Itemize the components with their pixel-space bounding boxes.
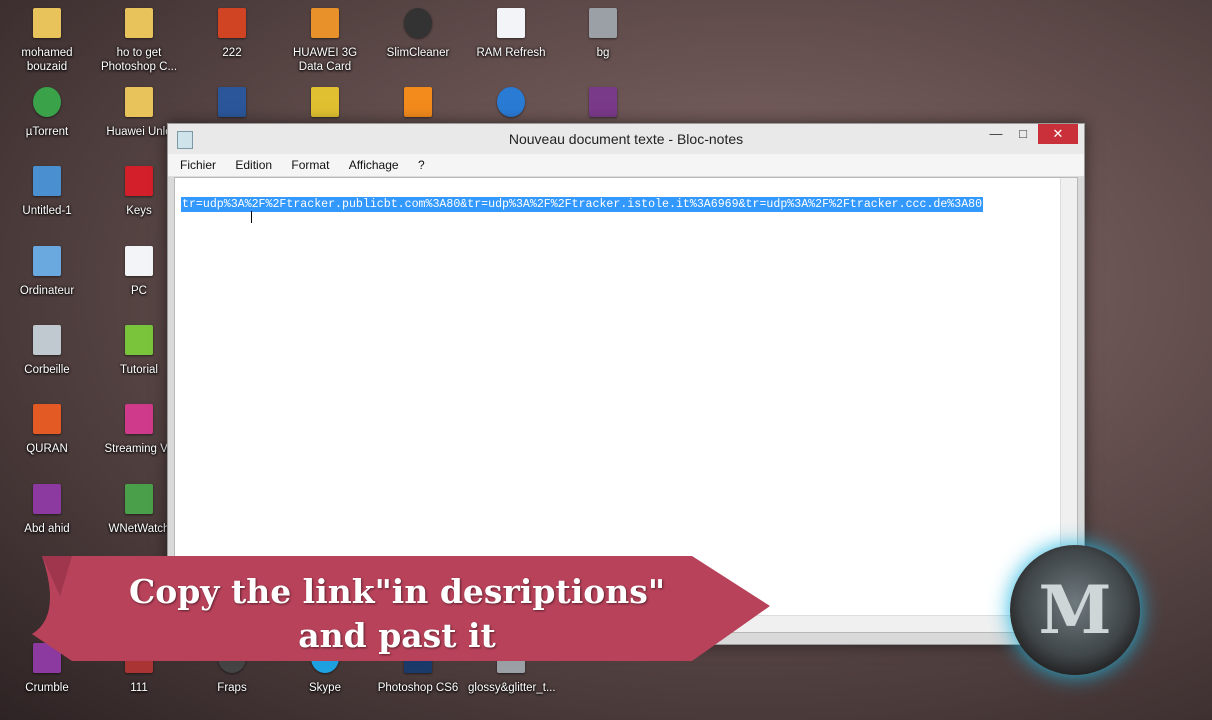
desktop-icon[interactable]: 222 xyxy=(189,8,275,60)
winrar-icon xyxy=(586,87,620,119)
desktop-icon[interactable]: Corbeille xyxy=(4,325,90,377)
desktop-icon-label: 111 xyxy=(130,682,148,694)
desktop-icon-label: RAM Refresh xyxy=(476,47,546,59)
orange-folder-icon xyxy=(30,404,64,436)
desktop-icon-label: 222 xyxy=(222,47,242,59)
desktop-icon[interactable] xyxy=(468,87,554,125)
banner-line-2: and past it xyxy=(298,616,496,655)
desktop-icon[interactable]: bg xyxy=(560,8,646,60)
maximize-button[interactable]: □ xyxy=(1010,124,1036,144)
menu-format[interactable]: Format xyxy=(283,154,337,172)
desktop-icon[interactable]: SlimCleaner xyxy=(375,8,461,60)
purple-folder-icon xyxy=(30,484,64,516)
window-title: Nouveau document texte - Bloc-notes xyxy=(508,131,744,147)
instruction-banner: Copy the link"in desriptions" and past i… xyxy=(32,556,772,666)
selected-text[interactable]: tr=udp%3A%2F%2Ftracker.publicbt.com%3A80… xyxy=(181,197,984,212)
desktop-icon[interactable]: RAM Refresh xyxy=(468,8,554,60)
recycle-bin-icon xyxy=(30,325,64,357)
desktop-icon-label: mohamed bouzaid xyxy=(21,47,73,73)
word-file-icon xyxy=(215,87,249,119)
desktop-icon-label: Photoshop CS6 xyxy=(377,682,459,694)
desktop-icon[interactable] xyxy=(282,87,368,125)
desktop-icon[interactable] xyxy=(375,87,461,125)
slimcleaner-icon xyxy=(401,8,435,40)
desktop-icon[interactable]: Untitled-1 xyxy=(4,166,90,218)
desktop-icon-label: ho to get Photoshop C... xyxy=(100,47,178,73)
desktop-icon[interactable]: Abd ahid xyxy=(4,484,90,536)
menu-edition[interactable]: Edition xyxy=(227,154,280,172)
desktop-icon-label: Fraps xyxy=(217,682,247,694)
desktop-icon-label: QURAN xyxy=(26,443,68,455)
streaming-video-icon xyxy=(122,404,156,436)
powerpoint-file-icon xyxy=(215,8,249,40)
certificate-icon xyxy=(308,87,342,119)
computer-icon xyxy=(30,246,64,278)
red-folder-icon xyxy=(122,166,156,198)
green-folder-icon xyxy=(122,325,156,357)
text-cursor xyxy=(251,211,252,223)
folder-icon xyxy=(122,87,156,119)
menu-affichage[interactable]: Affichage xyxy=(341,154,407,172)
folder-icon xyxy=(122,8,156,40)
menu-help[interactable]: ? xyxy=(410,154,433,172)
document-icon xyxy=(494,8,528,40)
desktop-icon[interactable]: QURAN xyxy=(4,404,90,456)
banner-text: Copy the link"in desriptions" and past i… xyxy=(92,570,702,658)
desktop-icon[interactable]: Ordinateur xyxy=(4,246,90,298)
desktop-icon-label: bg xyxy=(596,47,610,59)
minimize-button[interactable]: — xyxy=(983,124,1009,144)
menu-fichier[interactable]: Fichier xyxy=(172,154,224,172)
desktop-icon-label: µTorrent xyxy=(25,126,69,138)
photoshop-file-icon xyxy=(30,166,64,198)
network-watch-icon xyxy=(122,484,156,516)
desktop-icon-label: glossy&glitter_t... xyxy=(468,682,556,694)
close-button[interactable]: ✕ xyxy=(1038,124,1078,144)
vlc-icon xyxy=(401,87,435,119)
channel-logo: M xyxy=(1010,545,1140,675)
desktop-icon[interactable]: µTorrent xyxy=(4,87,90,139)
utorrent-icon xyxy=(30,87,64,119)
desktop-icon[interactable]: ho to get Photoshop C... xyxy=(96,8,182,74)
desktop-icon-label: Untitled-1 xyxy=(22,205,72,217)
logo-letter: M xyxy=(1038,571,1112,649)
desktop-icon-label: Crumble xyxy=(25,682,69,694)
media-player-icon xyxy=(494,87,528,119)
desktop-icon-label: Corbeille xyxy=(24,364,70,376)
desktop-icon-label: Abd ahid xyxy=(24,523,70,535)
desktop-icon-label: Skype xyxy=(309,682,341,694)
desktop-icon[interactable] xyxy=(560,87,646,125)
desktop-icon[interactable]: HUAWEI 3G Data Card xyxy=(282,8,368,74)
folder-user-icon xyxy=(30,8,64,40)
desktop-icon-label: SlimCleaner xyxy=(386,47,450,59)
image-file-icon xyxy=(586,8,620,40)
banner-line-1: Copy the link"in desriptions" xyxy=(128,572,666,611)
huawei-3g-icon xyxy=(308,8,342,40)
desktop-icon-label: Ordinateur xyxy=(19,285,75,297)
desktop-icon[interactable] xyxy=(189,87,275,125)
title-bar[interactable]: Nouveau document texte - Bloc-notes — □ … xyxy=(168,124,1084,154)
document-icon xyxy=(122,246,156,278)
desktop-icon[interactable]: mohamed bouzaid xyxy=(4,8,90,74)
desktop-icon-label: HUAWEI 3G Data Card xyxy=(292,47,358,73)
menu-bar: Fichier Edition Format Affichage ? xyxy=(168,154,1084,177)
